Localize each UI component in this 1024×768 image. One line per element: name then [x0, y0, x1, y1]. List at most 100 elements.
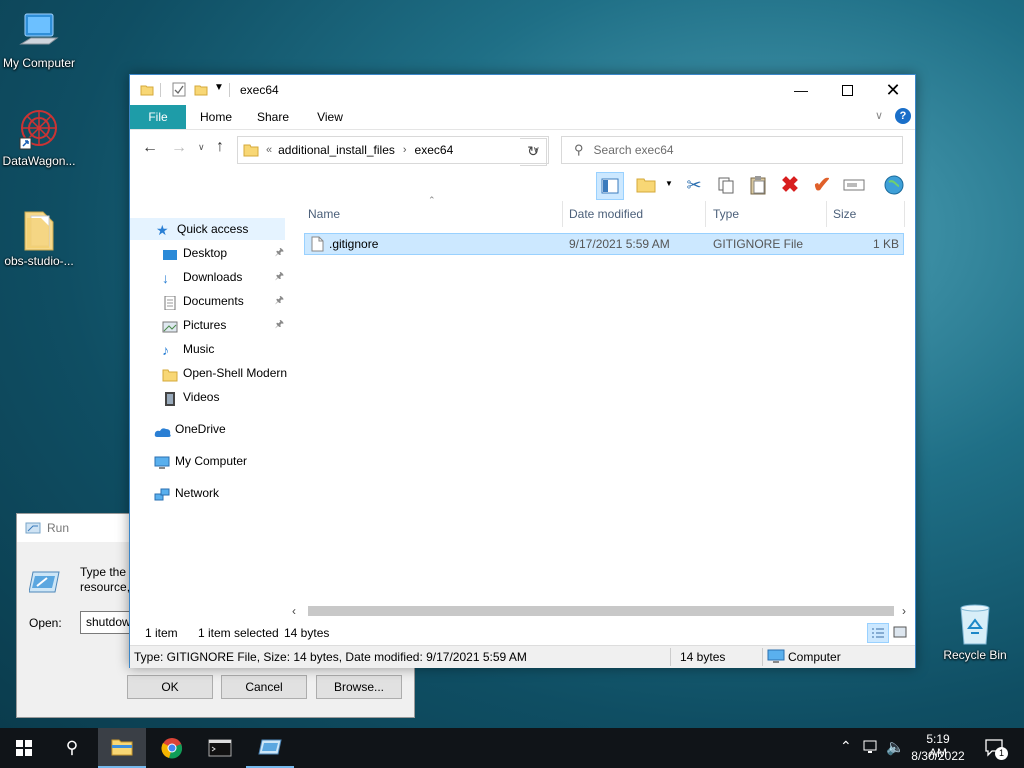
horizontal-scrollbar[interactable]: ‹ › [290, 602, 915, 620]
show-hidden-icons-icon[interactable]: ⌃ [840, 738, 852, 755]
file-date-modified: 9/17/2021 5:59 AM [569, 237, 670, 251]
nav-label: OneDrive [175, 422, 226, 436]
scroll-left-icon[interactable]: ‹ [292, 604, 296, 618]
search-input[interactable]: ⚲ Search exec64 [561, 136, 903, 164]
taskbar-chrome[interactable] [148, 728, 196, 768]
nav-label: Downloads [183, 270, 243, 284]
copy-icon[interactable] [713, 172, 739, 198]
tab-file[interactable]: File [130, 105, 186, 129]
recent-locations-icon[interactable]: ∨ [198, 142, 205, 153]
network-status-icon[interactable] [863, 739, 881, 758]
desktop-icon-label: My Computer [2, 56, 76, 70]
address-bar[interactable]: « additional_install_files › exec64 ∨ [237, 136, 549, 164]
notification-badge: 1 [995, 747, 1008, 760]
file-type: GITIGNORE File [713, 237, 804, 251]
chevron-right-icon[interactable]: › [403, 144, 407, 156]
pin-icon[interactable]: 🖈 [275, 266, 284, 288]
nav-network[interactable]: Network [130, 482, 288, 504]
tab-share[interactable]: Share [248, 105, 298, 129]
taskbar-command-prompt[interactable] [196, 728, 244, 768]
pin-icon[interactable]: 🖈 [275, 290, 284, 312]
desktop-icon-my-computer[interactable]: My Computer [0, 10, 81, 70]
maximize-button[interactable] [824, 75, 870, 105]
nav-quick-access[interactable]: ★ Quick access [130, 218, 285, 240]
computer-icon [767, 649, 785, 663]
nav-item-music[interactable]: ♪ Music [130, 338, 288, 360]
nav-item-documents[interactable]: Documents 🖈 [130, 290, 288, 312]
globe-icon[interactable] [881, 172, 907, 198]
new-folder-icon[interactable] [194, 83, 208, 97]
column-header-size[interactable]: Size [833, 201, 856, 227]
action-center-icon[interactable]: 1 [984, 738, 1008, 761]
run-description-line1: Type the n [80, 565, 137, 579]
folder-icon [17, 208, 61, 252]
run-description-line2: resource, [80, 580, 131, 594]
column-header-type[interactable]: Type [713, 201, 739, 227]
nav-my-computer[interactable]: My Computer [130, 450, 288, 472]
desktop-icon-label: obs-studio-... [4, 254, 74, 268]
nav-item-desktop[interactable]: Desktop 🖈 [130, 242, 288, 264]
explorer-toolbar: ▼ ✂ ✖ ✔ [130, 168, 915, 202]
breadcrumb-item[interactable]: exec64 [415, 143, 454, 157]
refresh-icon[interactable]: ↻ [520, 138, 547, 166]
delete-icon[interactable]: ✖ [777, 172, 803, 198]
nav-item-downloads[interactable]: ↓ Downloads 🖈 [130, 266, 288, 288]
recycle-bin-icon [953, 602, 997, 646]
nav-label: Documents [183, 294, 244, 308]
computer-icon [17, 10, 61, 54]
help-icon[interactable]: ? [895, 108, 911, 124]
view-options-icon[interactable] [633, 172, 659, 198]
cut-icon[interactable]: ✂ [681, 172, 707, 198]
scrollbar-thumb[interactable] [308, 606, 894, 616]
run-browse-button[interactable]: Browse... [316, 675, 402, 699]
run-ok-button[interactable]: OK [127, 675, 213, 699]
nav-label: My Computer [175, 454, 248, 468]
file-list: ⌃ Name Date modified Type Size .gitignor… [304, 195, 906, 601]
forward-icon[interactable]: → [171, 139, 187, 157]
expand-ribbon-icon[interactable]: ∨ [875, 109, 883, 122]
column-header-date-modified[interactable]: Date modified [569, 201, 643, 227]
close-button[interactable]: ✕ [870, 75, 916, 105]
minimize-button[interactable]: — [778, 75, 824, 105]
music-icon: ♪ [162, 341, 169, 358]
check-icon[interactable]: ✔ [809, 172, 835, 198]
nav-label: Quick access [177, 222, 249, 236]
back-icon[interactable]: ← [142, 139, 158, 157]
desktop-icon-obs-studio[interactable]: obs-studio-... [0, 208, 81, 268]
folder-icon [243, 144, 259, 157]
taskbar-run[interactable] [246, 728, 294, 768]
table-row[interactable]: .gitignore 9/17/2021 5:59 AM GITIGNORE F… [304, 233, 904, 255]
up-icon[interactable]: ↑ [216, 138, 224, 156]
search-icon: ⚲ [574, 142, 584, 157]
run-cancel-button[interactable]: Cancel [221, 675, 307, 699]
pin-icon[interactable]: 🖈 [275, 242, 284, 264]
paste-icon[interactable] [745, 172, 771, 198]
pin-icon[interactable]: 🖈 [275, 314, 284, 336]
tab-home[interactable]: Home [192, 105, 240, 129]
nav-item-videos[interactable]: Videos [130, 386, 288, 408]
run-program-icon [28, 568, 61, 599]
customize-toolbar-icon[interactable]: ▼ [214, 82, 224, 93]
details-view-icon[interactable] [867, 623, 889, 643]
desktop-icon-recycle-bin[interactable]: Recycle Bin [933, 602, 1017, 662]
clock-date[interactable]: 8/30/2022 [910, 749, 966, 763]
view-options-dropdown-icon[interactable]: ▼ [665, 179, 673, 188]
breadcrumb-overflow[interactable]: « [266, 144, 272, 156]
nav-item-pictures[interactable]: Pictures 🖈 [130, 314, 288, 336]
explorer-title-bar[interactable]: ▼ exec64 — ✕ [130, 75, 915, 105]
taskbar-file-explorer[interactable] [98, 728, 146, 768]
scroll-right-icon[interactable]: › [902, 604, 906, 618]
tab-view[interactable]: View [306, 105, 354, 129]
search-button[interactable]: ⚲ [48, 728, 96, 768]
desktop-icon-datawagon[interactable]: DataWagon... [0, 108, 81, 168]
volume-icon[interactable]: 🔈 [886, 738, 905, 756]
breadcrumb-item[interactable]: additional_install_files [278, 143, 395, 157]
nav-onedrive[interactable]: OneDrive [130, 418, 288, 440]
nav-item-open-shell[interactable]: Open-Shell Modern [130, 362, 288, 384]
large-icons-view-icon[interactable] [890, 623, 910, 641]
properties-icon[interactable] [172, 82, 186, 97]
rename-icon[interactable] [841, 172, 867, 198]
navigation-pane-icon[interactable] [596, 172, 624, 200]
column-header-name[interactable]: Name [308, 201, 340, 227]
start-button[interactable] [0, 728, 48, 768]
